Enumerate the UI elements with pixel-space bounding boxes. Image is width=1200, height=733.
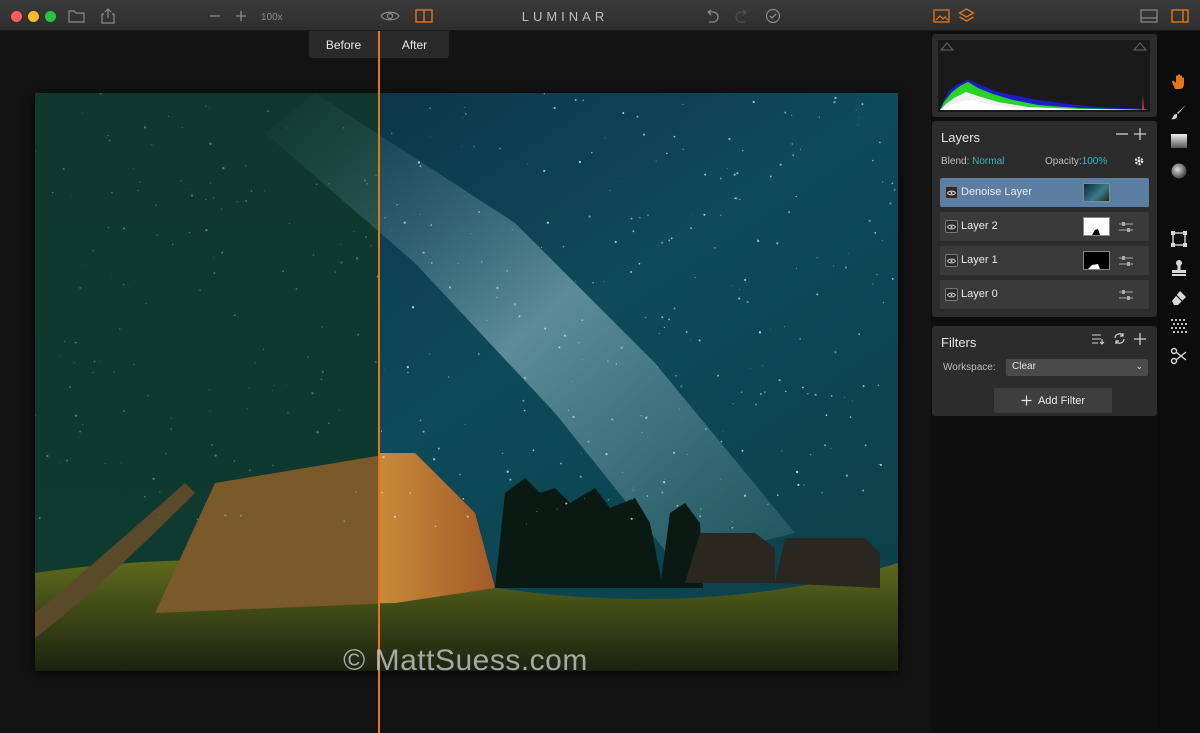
watermark: © MattSuess.com bbox=[343, 644, 588, 677]
title-bar: 100x LUMINAR bbox=[0, 0, 1200, 31]
opacity-value[interactable]: 100% bbox=[1082, 156, 1108, 167]
layer-name: Denoise Layer bbox=[961, 186, 1032, 198]
add-filter-button[interactable]: Add Filter bbox=[994, 388, 1112, 413]
hand-icon[interactable] bbox=[1170, 73, 1188, 91]
add-filter-label: Add Filter bbox=[1037, 394, 1086, 407]
radial-icon[interactable] bbox=[1170, 162, 1188, 180]
presets-icon[interactable] bbox=[932, 7, 950, 25]
before-label: Before bbox=[309, 31, 378, 58]
brush-icon[interactable] bbox=[1170, 103, 1188, 121]
layer-name: Layer 1 bbox=[961, 254, 998, 266]
layers-card: Layers Blend: Normal Opacity:100% Denois… bbox=[932, 121, 1157, 317]
after-label: After bbox=[380, 31, 449, 58]
adjustments-icon[interactable] bbox=[1118, 288, 1134, 300]
layer-row-0[interactable]: Layer 0 bbox=[940, 280, 1149, 309]
workspace-value: Clear bbox=[1012, 361, 1036, 372]
layer-visibility-eye-icon[interactable] bbox=[945, 254, 958, 267]
blend-mode-value[interactable]: Normal bbox=[972, 156, 1004, 167]
layer-row-denoise[interactable]: Denoise Layer bbox=[940, 178, 1149, 207]
scissors-icon[interactable] bbox=[1170, 347, 1188, 365]
layer-row-1[interactable]: Layer 1 bbox=[940, 246, 1149, 275]
crop-icon[interactable] bbox=[1170, 230, 1188, 248]
chevron-down-icon: ⌄ bbox=[1135, 361, 1143, 371]
layer-name: Layer 0 bbox=[961, 288, 998, 300]
layer-mask-thumbnail bbox=[1083, 251, 1110, 270]
plus-icon bbox=[1021, 395, 1032, 406]
refresh-icon[interactable] bbox=[1111, 332, 1127, 350]
add-layer-button[interactable] bbox=[1132, 127, 1148, 146]
layer-visibility-eye-icon[interactable] bbox=[945, 186, 958, 199]
adjustments-icon[interactable] bbox=[1118, 220, 1134, 232]
workspace-label: Workspace: bbox=[943, 362, 996, 373]
photo-preview[interactable] bbox=[35, 93, 898, 671]
layer-visibility-eye-icon[interactable] bbox=[945, 220, 958, 233]
histogram-card bbox=[932, 34, 1157, 117]
layer-row-2[interactable]: Layer 2 bbox=[940, 212, 1149, 241]
layers-icon[interactable] bbox=[957, 7, 975, 25]
image-canvas[interactable]: Before After © MattSuess.com bbox=[0, 31, 931, 733]
right-panel: Layers Blend: Normal Opacity:100% Denois… bbox=[931, 31, 1158, 733]
blend-row[interactable]: Blend: Normal bbox=[941, 156, 1004, 167]
blend-label: Blend: bbox=[941, 156, 970, 167]
layer-visibility-eye-icon[interactable] bbox=[945, 288, 958, 301]
filter-list-icon[interactable] bbox=[1090, 332, 1106, 350]
add-filter-plus-icon[interactable] bbox=[1132, 332, 1148, 351]
eraser-icon[interactable] bbox=[1170, 289, 1188, 307]
remove-layer-button[interactable] bbox=[1114, 127, 1130, 146]
tools-toolbar bbox=[1158, 31, 1200, 733]
layers-title: Layers bbox=[941, 130, 981, 145]
redo-icon[interactable] bbox=[734, 7, 752, 25]
stamp-icon[interactable] bbox=[1170, 259, 1188, 277]
workspace-select[interactable]: Clear ⌄ bbox=[1006, 359, 1148, 376]
layer-settings-gear-icon[interactable] bbox=[1132, 154, 1146, 168]
opacity-label: Opacity: bbox=[1045, 156, 1082, 167]
compare-split-line[interactable] bbox=[378, 31, 380, 733]
noise-icon[interactable] bbox=[1170, 318, 1188, 336]
filters-card: Filters Workspace: Clear ⌄ Add Filter bbox=[932, 326, 1157, 416]
check-icon[interactable] bbox=[764, 7, 782, 25]
gradient-icon[interactable] bbox=[1170, 132, 1188, 150]
adjustments-icon[interactable] bbox=[1118, 254, 1134, 266]
undo-icon[interactable] bbox=[702, 7, 720, 25]
histogram bbox=[938, 40, 1150, 112]
layer-mask-thumbnail bbox=[1083, 217, 1110, 236]
sidebar-icon[interactable] bbox=[1170, 7, 1190, 25]
filters-title: Filters bbox=[941, 335, 977, 350]
layer-name: Layer 2 bbox=[961, 220, 998, 232]
opacity-row[interactable]: Opacity:100% bbox=[1045, 156, 1107, 167]
layer-thumbnail bbox=[1083, 183, 1110, 202]
single-pane-icon[interactable] bbox=[1139, 7, 1159, 25]
